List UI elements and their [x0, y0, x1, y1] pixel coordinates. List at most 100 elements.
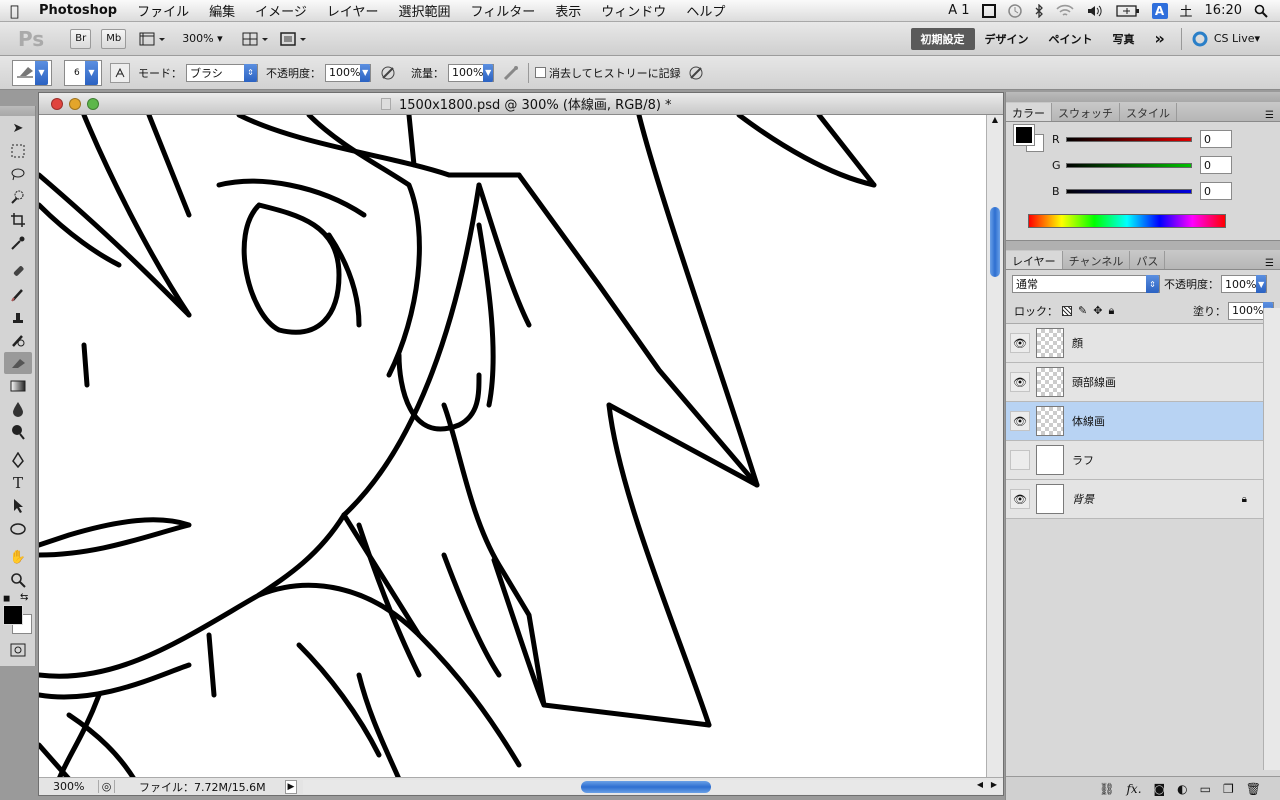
scroll-right-arrow-icon[interactable]: ▶: [991, 780, 997, 789]
visibility-off-box[interactable]: [1010, 450, 1030, 470]
add-mask-icon[interactable]: ◙: [1154, 782, 1166, 796]
airbrush-icon[interactable]: [502, 64, 520, 82]
app-menu[interactable]: Photoshop: [29, 3, 127, 18]
more-workspaces-button[interactable]: »: [1145, 29, 1175, 48]
blend-mode-select[interactable]: 通常 ⇕: [1012, 275, 1160, 293]
visibility-eye-icon[interactable]: 👁︎: [1010, 411, 1030, 431]
quick-select-tool-icon[interactable]: [4, 186, 32, 208]
layer-name[interactable]: 背景: [1072, 491, 1094, 507]
mini-bridge-button[interactable]: Mb: [101, 28, 127, 49]
scroll-up-arrow-icon[interactable]: ▲: [987, 115, 1003, 127]
cs-live-icon[interactable]: [1192, 31, 1208, 47]
swap-colors-icon[interactable]: ⇆: [20, 592, 28, 603]
blur-tool-icon[interactable]: [4, 398, 32, 420]
pen-tool-icon[interactable]: [4, 449, 32, 471]
layer-row-head-lineart[interactable]: 👁︎ 頭部線画: [1006, 363, 1263, 402]
flow-input[interactable]: 100% ▼: [448, 63, 494, 82]
visibility-eye-icon[interactable]: 👁︎: [1010, 333, 1030, 353]
view-extras-button[interactable]: [138, 30, 166, 48]
quick-mask-icon[interactable]: [4, 639, 32, 661]
move-tool-icon[interactable]: ➤: [4, 117, 32, 139]
panel-menu-icon[interactable]: ☰: [1265, 258, 1274, 269]
brush-size-picker[interactable]: 6 ▼: [64, 59, 102, 86]
input-method-icon[interactable]: A: [1151, 2, 1168, 19]
stop-icon[interactable]: [981, 3, 996, 18]
vertical-scroll-thumb[interactable]: [990, 207, 1000, 277]
document-titlebar[interactable]: 1500x1800.psd @ 300% (体線画, RGB/8) *: [39, 93, 1003, 115]
tab-paths[interactable]: パス: [1130, 251, 1166, 269]
layer-name[interactable]: 顔: [1072, 335, 1083, 351]
brush-panel-toggle-icon[interactable]: [110, 62, 130, 83]
bluetooth-icon[interactable]: [1034, 3, 1044, 18]
trash-icon[interactable]: 🗑︎: [1246, 782, 1261, 796]
crop-tool-icon[interactable]: [4, 209, 32, 231]
menu-filter[interactable]: フィルター: [461, 1, 546, 20]
menubar-clock[interactable]: 16:20: [1205, 3, 1242, 18]
type-tool-icon[interactable]: T: [4, 472, 32, 494]
dodge-tool-icon[interactable]: [4, 421, 32, 443]
spotlight-icon[interactable]: [1254, 4, 1268, 18]
lock-all-icon[interactable]: 🔒︎: [1108, 304, 1114, 318]
tab-color[interactable]: カラー: [1006, 103, 1052, 121]
pressure-opacity-icon[interactable]: [379, 64, 397, 82]
hand-tool-icon[interactable]: ✋: [4, 546, 32, 568]
menu-window[interactable]: ウィンドウ: [591, 1, 676, 20]
lock-position-icon[interactable]: ✥: [1093, 304, 1102, 317]
status-menu-icon[interactable]: ◎: [99, 780, 115, 793]
tab-layers[interactable]: レイヤー: [1006, 251, 1063, 269]
battery-icon[interactable]: [1115, 4, 1140, 18]
scroll-left-arrow-icon[interactable]: ◀: [977, 780, 983, 789]
menu-image[interactable]: イメージ: [245, 1, 317, 20]
layer-row-rough[interactable]: ラフ: [1006, 441, 1263, 480]
screen-mode-button[interactable]: [279, 30, 307, 48]
eyedropper-tool-icon[interactable]: [4, 232, 32, 254]
new-layer-icon[interactable]: ❐: [1223, 782, 1234, 796]
horizontal-scroll-thumb[interactable]: [581, 780, 711, 793]
menu-file[interactable]: ファイル: [127, 1, 199, 20]
panel-divider[interactable]: [1006, 240, 1280, 250]
menu-layer[interactable]: レイヤー: [317, 1, 389, 20]
lock-pixels-icon[interactable]: ✎: [1078, 304, 1087, 317]
blue-slider[interactable]: [1066, 188, 1192, 194]
default-colors-icon[interactable]: ◼: [3, 594, 10, 604]
opacity-input[interactable]: 100% ▼: [325, 63, 371, 82]
zoom-readout[interactable]: 300%: [39, 780, 99, 793]
brush-tool-icon[interactable]: [4, 283, 32, 305]
lock-transparency-icon[interactable]: [1062, 305, 1072, 316]
tab-swatches[interactable]: スウォッチ: [1052, 103, 1120, 121]
menu-help[interactable]: ヘルプ: [676, 1, 735, 20]
toolbox-header[interactable]: [0, 106, 35, 116]
vertical-scrollbar[interactable]: ▲: [986, 115, 1003, 779]
visibility-eye-icon[interactable]: 👁︎: [1010, 489, 1030, 509]
foreground-color-swatch[interactable]: [3, 605, 23, 625]
fx-icon[interactable]: fx.: [1126, 782, 1141, 796]
gradient-tool-icon[interactable]: [4, 375, 32, 397]
volume-icon[interactable]: [1086, 4, 1104, 18]
close-window-icon[interactable]: [51, 97, 63, 110]
menu-view[interactable]: 表示: [545, 1, 591, 20]
green-slider[interactable]: [1066, 162, 1192, 168]
layer-name[interactable]: ラフ: [1072, 452, 1094, 468]
layer-row-face[interactable]: 👁︎ 顔: [1006, 324, 1263, 363]
path-selection-tool-icon[interactable]: [4, 495, 32, 517]
layer-opacity-input[interactable]: 100% ▼: [1221, 275, 1267, 293]
time-machine-icon[interactable]: [1007, 3, 1022, 18]
healing-brush-tool-icon[interactable]: [4, 260, 32, 282]
tab-styles[interactable]: スタイル: [1120, 103, 1177, 121]
tab-channels[interactable]: チャンネル: [1063, 251, 1131, 269]
panel-fg-swatch[interactable]: [1013, 124, 1035, 146]
visibility-eye-icon[interactable]: 👁︎: [1010, 372, 1030, 392]
workspace-essentials[interactable]: 初期設定: [910, 27, 975, 50]
mode-select[interactable]: ブラシ ⇕: [186, 63, 258, 82]
zoom-level-dropdown[interactable]: 300% ▾: [182, 32, 222, 45]
bridge-button[interactable]: Br: [70, 28, 92, 49]
eraser-tool-icon[interactable]: [4, 352, 32, 374]
layer-row-background[interactable]: 👁︎ 背景 🔒︎: [1006, 480, 1263, 519]
menu-edit[interactable]: 編集: [199, 1, 245, 20]
adobe-updater-icon[interactable]: A 1: [948, 3, 969, 18]
erase-to-history-checkbox[interactable]: [535, 67, 546, 78]
layers-scrollbar[interactable]: [1263, 308, 1280, 770]
cs-live-button[interactable]: CS Live▾: [1214, 32, 1260, 45]
adjustment-layer-icon[interactable]: ◐: [1177, 782, 1187, 796]
lasso-tool-icon[interactable]: [4, 163, 32, 185]
